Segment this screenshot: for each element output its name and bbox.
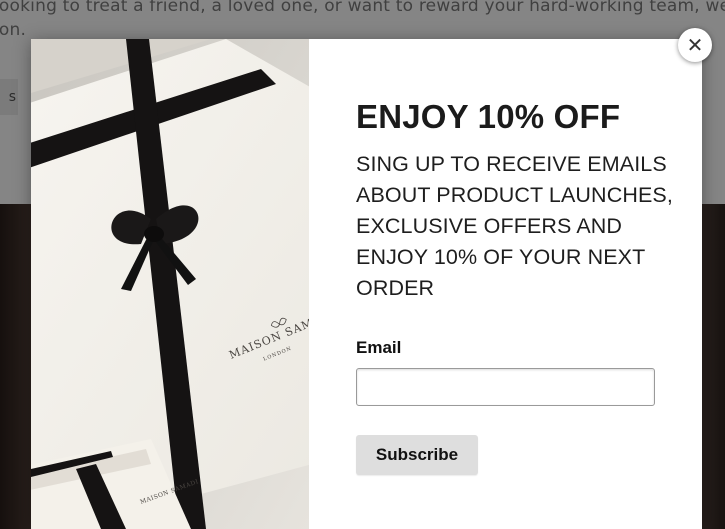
popup-body-text: SING UP TO RECEIVE EMAILS ABOUT PRODUCT …: [356, 152, 673, 300]
gift-box-image: MAISON SAMADI LONDON MAISON SAMADI: [31, 39, 309, 529]
popup-content: ENJOY 10% OFF SING UP TO RECEIVE EMAILS …: [356, 97, 676, 475]
popup-headline: ENJOY 10% OFF: [356, 98, 621, 135]
close-icon: ✕: [686, 33, 704, 57]
email-input[interactable]: [356, 368, 655, 406]
gift-box-illustration: MAISON SAMADI LONDON MAISON SAMADI: [31, 39, 309, 529]
email-label: Email: [356, 338, 402, 357]
close-popup-button[interactable]: ✕: [678, 28, 712, 62]
newsletter-popup: MAISON SAMADI LONDON MAISON SAMADI ENJOY…: [31, 39, 702, 529]
bow-knot: [144, 226, 164, 242]
subscribe-button[interactable]: Subscribe: [356, 435, 478, 475]
